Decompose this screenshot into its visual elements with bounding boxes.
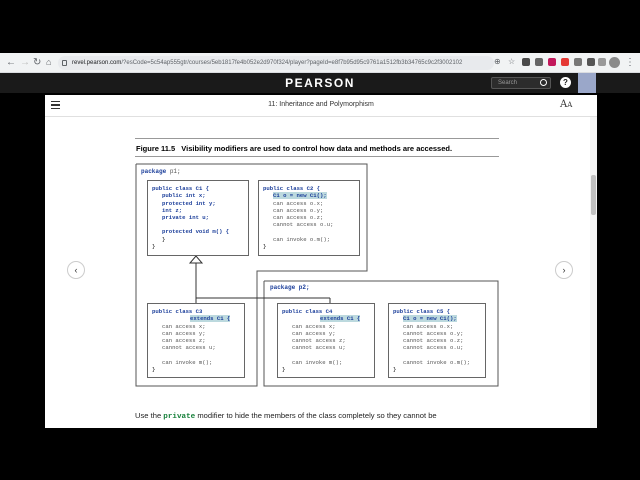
- class-c5-header: public class C5 {: [393, 308, 451, 315]
- code-line: cannot access o.u;: [403, 344, 464, 352]
- code-line: can access o.x;: [273, 199, 324, 207]
- class-c2-header: public class C2 {: [263, 185, 321, 192]
- package-p2-label: package p2;: [270, 284, 310, 291]
- class-c5-box: public class C5 { C1 o = new C1(); can a…: [388, 303, 486, 378]
- class-c1-body: public int x; protected int y; int z; pr…: [152, 192, 244, 243]
- code-line: cannot access z;: [292, 337, 346, 345]
- code-line: protected int y;: [162, 199, 216, 207]
- class-c2-box: public class C2 { C1 o = new C1(); can a…: [258, 180, 360, 256]
- code-line-highlighted: C1 o = new C1();: [403, 315, 457, 323]
- code-line: can access o.y;: [273, 206, 324, 214]
- package-p1-label: package p1;: [141, 168, 181, 175]
- class-c1-header: public class C1 {: [152, 185, 210, 192]
- code-line-highlighted: C1 o = new C1();: [273, 192, 327, 200]
- code-line: cannot access o.u;: [273, 221, 334, 229]
- body-paragraph: Use the private modifier to hide the mem…: [135, 411, 437, 421]
- class-c4-box: public class C4 extends C1 { can access …: [277, 303, 375, 378]
- code-line: }: [162, 235, 166, 243]
- code-line: cannot access u;: [292, 344, 346, 352]
- class-c4-header: public class C4: [282, 308, 333, 315]
- class-c3-header: public class C3: [152, 308, 203, 315]
- code-line: cannot invoke o.m();: [403, 358, 471, 366]
- code-line: can access o.x;: [403, 322, 454, 330]
- code-line: protected void m() {: [162, 228, 230, 236]
- code-line: can access z;: [162, 337, 206, 345]
- code-line: can invoke m();: [162, 358, 213, 366]
- code-line: cannot access o.y;: [403, 329, 464, 337]
- package-p2-text: package p2;: [270, 284, 310, 291]
- code-line-highlighted: extends C1 {: [320, 315, 361, 323]
- next-page-button[interactable]: ›: [555, 261, 573, 279]
- code-line: can access y;: [162, 329, 206, 337]
- class-c3-box: public class C3 extends C1 { can access …: [147, 303, 245, 378]
- class-c3-body: can access x; can access y; can access z…: [152, 323, 240, 366]
- code-line: can access y;: [292, 329, 336, 337]
- previous-page-button[interactable]: ‹: [67, 261, 85, 279]
- code-line: can invoke m();: [292, 358, 343, 366]
- code-line: can access x;: [162, 322, 206, 330]
- code-line: public int x;: [162, 192, 206, 200]
- code-line: cannot access o.z;: [403, 337, 464, 345]
- class-c2-body: C1 o = new C1(); can access o.x; can acc…: [263, 192, 355, 243]
- code-line: can invoke o.m();: [273, 235, 331, 243]
- code-line: }: [152, 243, 156, 251]
- code-line: }: [152, 366, 156, 374]
- code-line: }: [263, 243, 267, 251]
- code-line: can access x;: [292, 322, 336, 330]
- code-line: cannot access u;: [162, 344, 216, 352]
- code-line: can access o.z;: [273, 214, 324, 222]
- class-c1-box: public class C1 { public int x; protecte…: [147, 180, 249, 256]
- code-line: }: [393, 366, 397, 374]
- inline-code: private: [163, 413, 196, 421]
- class-c4-body: can access x; can access y; cannot acces…: [282, 323, 370, 366]
- code-line: }: [282, 366, 286, 374]
- inheritance-arrowhead: [188, 255, 204, 264]
- class-c5-body: C1 o = new C1(); can access o.x; cannot …: [393, 315, 481, 366]
- code-line: int z;: [162, 206, 183, 214]
- code-line-highlighted: extends C1 {: [190, 315, 231, 323]
- code-line: private int u;: [162, 214, 209, 222]
